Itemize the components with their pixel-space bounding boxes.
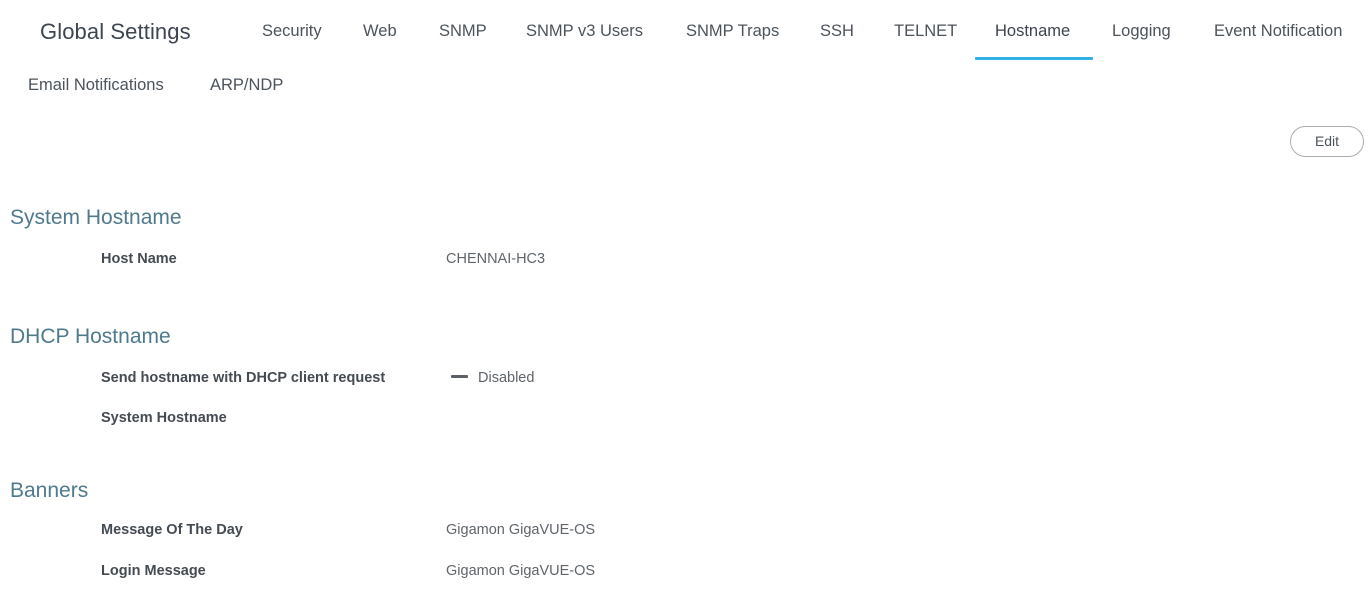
tab-email-notifications[interactable]: Email Notifications bbox=[28, 76, 164, 95]
message-of-the-day-value: Gigamon GigaVUE-OS bbox=[446, 522, 596, 538]
section-title-system-hostname: System Hostname bbox=[10, 206, 182, 229]
host-name-label: Host Name bbox=[101, 251, 177, 267]
send-hostname-dhcp-value: Disabled bbox=[451, 370, 534, 386]
edit-button[interactable]: Edit bbox=[1290, 126, 1364, 157]
section-title-dhcp-hostname: DHCP Hostname bbox=[10, 325, 171, 348]
global-settings-page: Global Settings Security Web SNMP SNMP v… bbox=[0, 0, 1369, 602]
tab-arp-ndp[interactable]: ARP/NDP bbox=[210, 76, 283, 95]
system-hostname-label: System Hostname bbox=[101, 410, 227, 426]
host-name-value: CHENNAI-HC3 bbox=[446, 251, 546, 267]
dash-icon bbox=[451, 375, 468, 379]
tab-telnet[interactable]: TELNET bbox=[894, 22, 957, 41]
tab-logging[interactable]: Logging bbox=[1112, 22, 1171, 41]
login-message-value: Gigamon GigaVUE-OS bbox=[446, 563, 596, 579]
tab-snmp-traps[interactable]: SNMP Traps bbox=[686, 22, 779, 41]
tab-snmp[interactable]: SNMP bbox=[439, 22, 487, 41]
page-title: Global Settings bbox=[40, 19, 191, 44]
section-title-banners: Banners bbox=[10, 479, 89, 502]
send-hostname-dhcp-label: Send hostname with DHCP client request bbox=[101, 370, 386, 386]
tab-snmp-v3-users[interactable]: SNMP v3 Users bbox=[526, 22, 643, 41]
tab-hostname[interactable]: Hostname bbox=[995, 22, 1070, 41]
message-of-the-day-label: Message Of The Day bbox=[101, 522, 243, 538]
active-tab-indicator bbox=[975, 57, 1093, 60]
tab-ssh[interactable]: SSH bbox=[820, 22, 854, 41]
tab-security[interactable]: Security bbox=[262, 22, 322, 41]
login-message-label: Login Message bbox=[101, 563, 206, 579]
tab-event-notification[interactable]: Event Notification bbox=[1214, 22, 1342, 41]
send-hostname-dhcp-status: Disabled bbox=[478, 370, 535, 386]
tab-web[interactable]: Web bbox=[363, 22, 397, 41]
